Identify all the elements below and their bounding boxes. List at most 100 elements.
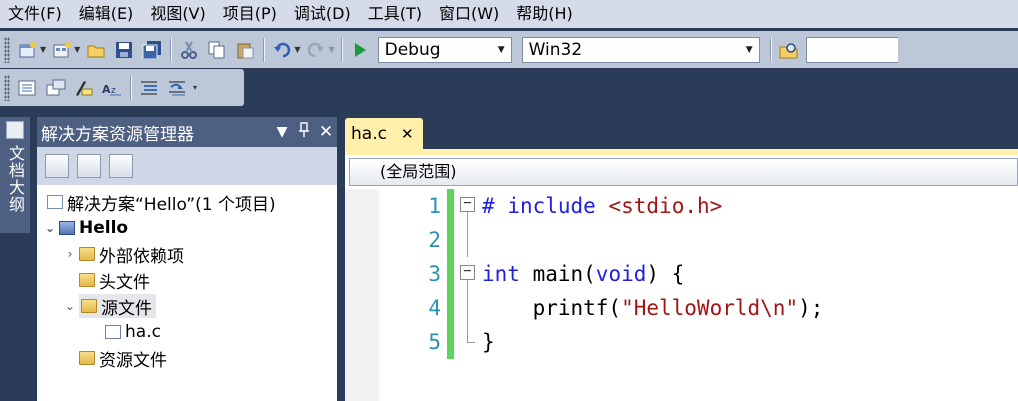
open-file-icon[interactable] [85,39,107,61]
code-area[interactable]: 1 − # include <stdio.h> 2 3 − int main(v… [345,189,1018,401]
chevron-down-icon: ▼ [745,44,753,55]
redo-icon[interactable] [305,39,327,61]
find-in-files-icon[interactable] [778,39,800,61]
add-item-icon[interactable] [51,39,73,61]
standard-toolbar: ▼ ▼ ▼ ▼ Debug ▼ Win32 ▼ [0,31,1018,68]
solution-platform-combo[interactable]: Win32 ▼ [521,36,760,63]
cut-icon[interactable] [178,39,200,61]
tree-item-label: 头文件 [99,272,150,293]
code-editor[interactable]: (全局范围) 1 − # include <stdio.h> 2 3 − int… [345,155,1018,401]
code-text: int main(void) { [482,262,685,286]
fold-line [467,280,468,291]
show-all-files-icon[interactable] [77,154,101,178]
view-class-diagram-icon[interactable] [109,154,133,178]
add-item-dropdown-icon[interactable]: ▼ [74,45,80,54]
tree-item-external-dependencies[interactable]: › 外部依赖项 [37,241,337,267]
comment-lines-icon[interactable] [138,77,160,99]
tree-item-label: ha.c [125,322,161,342]
tree-item-solution[interactable]: 解决方案“Hello”(1 个项目) [37,189,337,215]
code-line[interactable]: 4 printf("HelloWorld\n"); [379,291,1018,325]
editor-tab-bar: ha.c ✕ [345,117,1018,149]
toolbar-overflow-icon[interactable]: ▾ [193,83,197,92]
collapse-icon[interactable]: − [460,196,475,212]
fold-line [467,291,468,325]
folder-icon [79,273,95,287]
collapse-icon[interactable]: − [460,264,475,280]
tree-item-header-files[interactable]: 头文件 [37,267,337,293]
tree-item-file[interactable]: ha.c [37,319,337,345]
redo-dropdown-icon[interactable]: ▼ [328,45,334,54]
menu-edit[interactable]: 编辑(E) [71,0,143,28]
menu-debug[interactable]: 调试(D) [286,0,360,28]
tree-item-resource-files[interactable]: 资源文件 [37,345,337,371]
quick-info-icon[interactable] [73,77,95,99]
tab-label: ha.c [351,123,387,144]
change-indicator [447,325,454,359]
line-number: 5 [428,330,441,354]
tree-item-project[interactable]: ⌄ Hello [37,215,337,241]
collapse-chevron-icon[interactable]: ⌄ [61,299,79,313]
scope-value: (全局范围) [380,162,457,181]
solution-explorer-toolbar [37,147,337,185]
collapse-chevron-icon[interactable]: ⌄ [41,221,59,235]
project-icon [59,221,75,235]
code-line[interactable]: 1 − # include <stdio.h> [379,189,1018,223]
menu-project[interactable]: 项目(P) [215,0,286,28]
line-number: 4 [428,296,441,320]
folder-open-icon [81,299,97,313]
fold-line [467,325,468,342]
document-outline-tab[interactable]: 文档大纲 [0,117,30,233]
menu-tools[interactable]: 工具(T) [360,0,431,28]
complete-word-icon[interactable]: Az [101,77,123,99]
selected-item-highlight: 源文件 [79,294,156,319]
line-number: 2 [428,228,441,252]
solution-explorer-title: 解决方案资源管理器 [41,124,194,145]
menu-help[interactable]: 帮助(H) [508,0,582,28]
pin-icon[interactable] [293,122,315,142]
text-editor-toolbar: Az ▾ [0,69,244,106]
expand-chevron-icon[interactable]: › [61,247,79,261]
save-all-icon[interactable] [141,39,163,61]
fold-toggle[interactable]: − [454,257,476,291]
scope-dropdown[interactable]: (全局范围) [349,158,1018,186]
toolbar-separator [263,37,265,62]
tree-item-label: 资源文件 [99,350,167,371]
tree-item-source-files[interactable]: ⌄ 源文件 [37,293,337,319]
window-position-dropdown-icon[interactable]: ▼ [271,124,293,140]
undo-icon[interactable] [271,39,293,61]
parameter-info-icon[interactable] [45,77,67,99]
fold-guide [454,223,476,257]
toolbar-separator [769,37,771,62]
undo-dropdown-icon[interactable]: ▼ [294,45,300,54]
uncomment-lines-icon[interactable] [166,77,188,99]
code-line[interactable]: 5 } [379,325,1018,359]
copy-icon[interactable] [206,39,228,61]
toolbar-grip[interactable] [4,74,10,101]
menu-window[interactable]: 窗口(W) [431,0,508,28]
start-debugging-icon[interactable] [349,39,371,61]
save-icon[interactable] [113,39,135,61]
close-tab-icon[interactable]: ✕ [401,125,414,143]
paste-icon[interactable] [234,39,256,61]
menu-view[interactable]: 视图(V) [142,0,214,28]
new-project-dropdown-icon[interactable]: ▼ [40,45,46,54]
close-icon[interactable]: ✕ [315,122,337,142]
menu-file[interactable]: 文件(F) [0,0,71,28]
fold-line [467,223,468,257]
fold-guide [454,325,476,359]
indicator-margin[interactable] [345,189,379,401]
code-line[interactable]: 2 [379,223,1018,257]
svg-text:A: A [102,83,111,96]
new-project-icon[interactable] [17,39,39,61]
solution-configuration-combo[interactable]: Debug ▼ [377,36,512,63]
tree-item-label: 源文件 [101,298,152,319]
code-line[interactable]: 3 − int main(void) { [379,257,1018,291]
find-input[interactable] [805,36,898,63]
display-object-member-list-icon[interactable] [17,77,39,99]
fold-toggle[interactable]: − [454,189,476,223]
properties-icon[interactable] [45,154,69,178]
tab-ha-c[interactable]: ha.c ✕ [345,118,423,149]
line-number: 3 [428,262,441,286]
solution-explorer-header: 解决方案资源管理器 ▼ ✕ [37,117,337,147]
toolbar-grip[interactable] [4,36,10,63]
